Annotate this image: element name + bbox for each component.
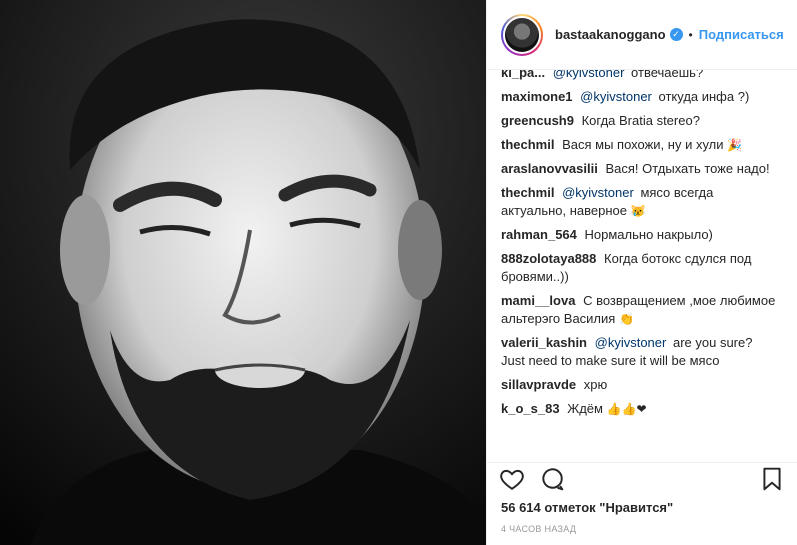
comment-item: thechmil @kyivstoner мясо всегда актуаль… — [501, 184, 783, 220]
comment-item: maximone1 @kyivstoner откуда инфа ?) — [501, 88, 783, 106]
comment-item: greencush9 Когда Bratia stereo? — [501, 112, 783, 130]
post-timestamp[interactable]: 4 часов назад — [501, 524, 576, 534]
comment-button[interactable] — [539, 466, 565, 492]
comment-username[interactable]: 888zolotaya888 — [501, 251, 596, 266]
thumbs-heart-emoji: 👍👍❤ — [606, 402, 647, 416]
verified-badge-icon: ✓ — [669, 28, 683, 41]
comment-item: araslanovvasilii Вася! Отдыхать тоже над… — [501, 160, 783, 178]
comment-mention[interactable]: @kyivstoner — [553, 70, 625, 80]
post-sidebar: bastaakanoggano ✓ • Подписаться ki_pa...… — [486, 0, 797, 545]
comment-item: 888zolotaya888 Когда ботокс сдулся под б… — [501, 250, 783, 286]
post-header: bastaakanoggano ✓ • Подписаться — [487, 0, 797, 70]
instagram-post-view: bastaakanoggano ✓ • Подписаться ki_pa...… — [0, 0, 797, 545]
comment-text: Нормально накрыло) — [584, 227, 713, 242]
comment-item: mami__lova С возвращением ,мое любимое а… — [501, 292, 783, 328]
username-link[interactable]: bastaakanoggano — [555, 27, 666, 42]
comment-mention[interactable]: @kyivstoner — [562, 185, 634, 200]
comment-username[interactable]: rahman_564 — [501, 227, 577, 242]
likes-count[interactable]: 56 614 отметок "Нравится" — [501, 500, 673, 515]
comment-username[interactable]: sillavpravde — [501, 377, 576, 392]
bookmark-icon — [763, 467, 781, 490]
comment-text: Вася мы похожи, ну и хули — [562, 137, 724, 152]
post-photo[interactable] — [0, 0, 486, 545]
comment-mention[interactable]: @kyivstoner — [580, 89, 652, 104]
comment-text: отвечаешь? — [631, 70, 704, 80]
comment-text: откуда инфа ?) — [658, 89, 750, 104]
comment-text: Ждём — [567, 401, 603, 416]
comment-username[interactable]: thechmil — [501, 185, 554, 200]
clap-emoji: 👏 — [618, 312, 634, 326]
follow-button[interactable]: Подписаться — [699, 27, 784, 42]
comment-item: rahman_564 Нормально накрыло) — [501, 226, 783, 244]
user-avatar[interactable] — [501, 13, 543, 56]
save-button[interactable] — [759, 466, 785, 492]
comment-mention[interactable]: @kyivstoner — [595, 335, 667, 350]
header-separator: • — [688, 27, 693, 42]
comment-text: хрю — [583, 377, 608, 392]
comment-username[interactable]: mami__lova — [501, 293, 575, 308]
comment-text: Когда Bratia stereo? — [581, 113, 700, 128]
comment-item: k_o_s_83 Ждём 👍👍❤ — [501, 400, 783, 418]
comment-bubble-icon — [542, 467, 564, 490]
comment-username[interactable]: maximone1 — [501, 89, 573, 104]
post-photo-image — [0, 0, 486, 545]
comment-item: valerii_kashin @kyivstoner are you sure?… — [501, 334, 783, 370]
comment-username[interactable]: araslanovvasilii — [501, 161, 598, 176]
heart-icon — [500, 469, 524, 490]
cat-emoji: 😿 — [630, 204, 646, 218]
comment-username[interactable]: thechmil — [501, 137, 554, 152]
comment-username[interactable]: ki_pa... — [501, 70, 545, 80]
comment-username[interactable]: greencush9 — [501, 113, 574, 128]
post-actions-bar — [487, 462, 797, 494]
like-button[interactable] — [499, 466, 525, 492]
comment-text: Вася! Отдыхать тоже надо! — [605, 161, 770, 176]
avatar-image — [503, 15, 541, 54]
comment-item: sillavpravde хрю — [501, 376, 783, 394]
comment-username[interactable]: k_o_s_83 — [501, 401, 560, 416]
comments-list[interactable]: ki_pa... @kyivstoner отвечаешь? maximone… — [487, 70, 797, 460]
comment-item: thechmil Вася мы похожи, ну и хули 🎉 — [501, 136, 783, 154]
party-emoji: 🎉 — [727, 138, 743, 152]
comment-username[interactable]: valerii_kashin — [501, 335, 587, 350]
comment-item: ki_pa... @kyivstoner отвечаешь? — [501, 70, 783, 82]
